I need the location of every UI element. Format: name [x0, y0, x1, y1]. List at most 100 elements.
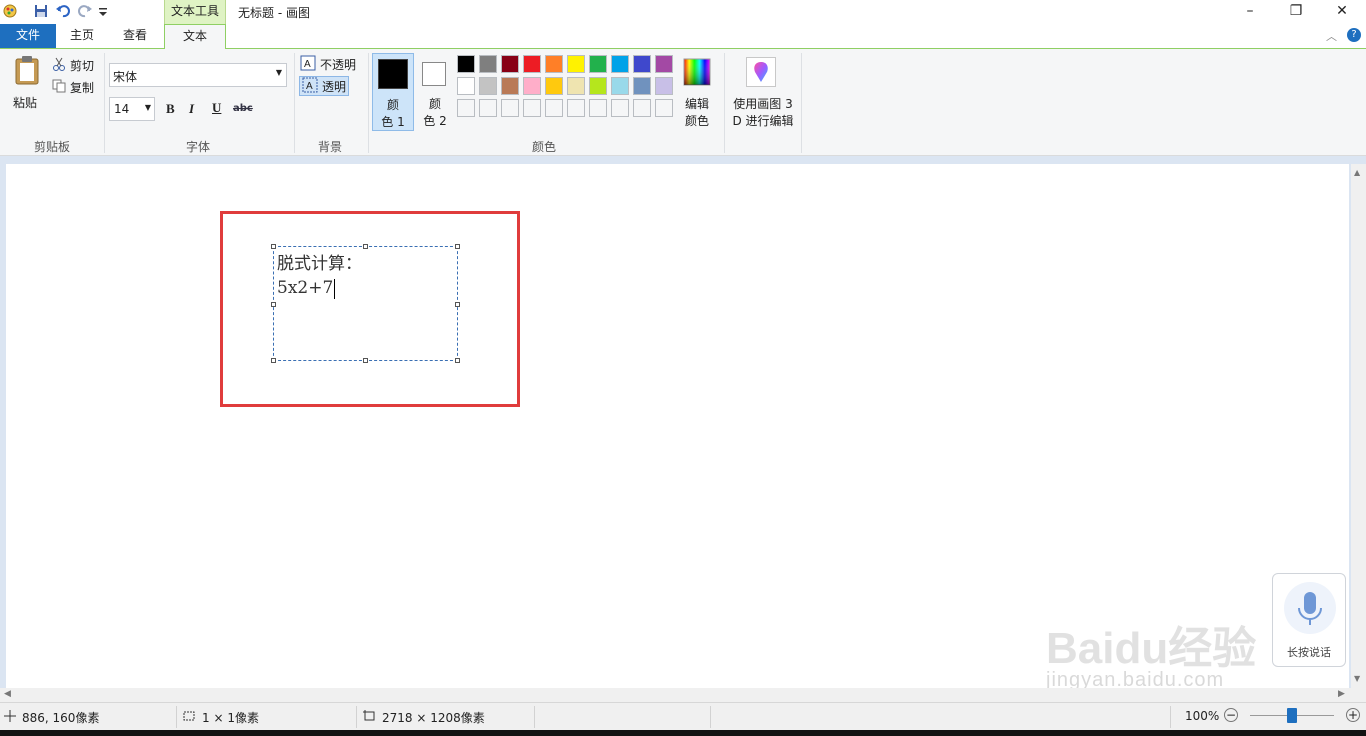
text-box[interactable]: 脱式计算： 5x2+7 [271, 244, 460, 363]
underline-button[interactable]: U [212, 100, 221, 116]
palette-swatch[interactable] [611, 77, 629, 95]
palette-swatch[interactable] [589, 99, 607, 117]
palette-swatch[interactable] [611, 99, 629, 117]
palette-swatch[interactable] [567, 77, 585, 95]
transparent-button[interactable]: A 透明 [299, 76, 349, 96]
cut-button[interactable]: 剪切 [52, 55, 94, 75]
palette-swatch[interactable] [457, 55, 475, 73]
edit-colors-button[interactable]: 编辑 颜色 [680, 53, 714, 131]
scroll-down-icon[interactable]: ▼ [1354, 674, 1360, 683]
restore-button[interactable]: ❐ [1273, 0, 1319, 24]
palette-swatch[interactable] [567, 55, 585, 73]
palette-swatch[interactable] [655, 77, 673, 95]
redo-icon[interactable] [77, 3, 93, 19]
color2-button[interactable]: 颜 色 2 [416, 53, 454, 131]
palette-swatch[interactable] [655, 99, 673, 117]
palette-swatch[interactable] [479, 99, 497, 117]
scroll-right-icon[interactable]: ▶ [1338, 689, 1345, 699]
palette-swatch[interactable] [479, 55, 497, 73]
undo-icon[interactable] [55, 3, 71, 19]
help-icon[interactable]: ? [1347, 28, 1361, 42]
paint-app-icon[interactable] [2, 3, 18, 19]
palette-swatch[interactable] [633, 99, 651, 117]
color1-button[interactable]: 颜 色 1 [372, 53, 414, 131]
zoom-in-button[interactable]: + [1346, 708, 1360, 722]
palette-swatch[interactable] [501, 77, 519, 95]
palette-swatch[interactable] [589, 55, 607, 73]
scroll-left-icon[interactable]: ◀ [4, 689, 11, 699]
resize-handle[interactable] [363, 244, 368, 249]
edit-with-paint3d-button[interactable]: 使用画图 3 D 进行编辑 [728, 53, 798, 133]
color2-label-line2: 色 2 [423, 114, 447, 128]
zoom-slider[interactable] [1250, 708, 1334, 723]
font-group-label: 字体 [185, 140, 210, 154]
edit-colors-label-line1: 编辑 [684, 97, 709, 111]
resize-handle[interactable] [363, 358, 368, 363]
voice-input-widget[interactable]: 长按说话 [1272, 573, 1346, 667]
group-divider [294, 53, 295, 153]
text-line-1: 脱式计算： [277, 254, 362, 274]
crosshair-icon [4, 710, 16, 725]
copy-button[interactable]: 复制 [52, 77, 94, 97]
text-line-2: 5x2+7 [277, 276, 336, 300]
palette-swatch[interactable] [633, 77, 651, 95]
palette-swatch[interactable] [633, 55, 651, 73]
opaque-text-icon: A [300, 55, 316, 74]
svg-text:A: A [304, 59, 311, 70]
palette-swatch[interactable] [523, 55, 541, 73]
palette-swatch[interactable] [479, 77, 497, 95]
tab-home[interactable]: 主页 [56, 24, 108, 48]
close-button[interactable]: ✕ [1319, 0, 1365, 24]
selection-size-value: 1 × 1像素 [202, 711, 259, 725]
paste-button[interactable]: 粘贴 [8, 53, 46, 110]
tab-text[interactable]: 文本 [164, 24, 226, 49]
image-size-value: 2718 × 1208像素 [382, 711, 485, 725]
palette-swatch[interactable] [655, 55, 673, 73]
resize-handle[interactable] [455, 302, 460, 307]
collapse-ribbon-icon[interactable]: ︿ [1326, 28, 1337, 44]
opaque-button[interactable]: A 不透明 [300, 54, 356, 74]
palette-swatch[interactable] [567, 99, 585, 117]
tab-view[interactable]: 查看 [108, 24, 162, 48]
palette-swatch[interactable] [457, 77, 475, 95]
paste-label: 粘贴 [13, 96, 38, 110]
palette-swatch[interactable] [611, 55, 629, 73]
zoom-out-button[interactable]: − [1224, 708, 1238, 722]
status-divider [176, 706, 177, 728]
save-icon[interactable] [33, 3, 49, 19]
palette-swatch[interactable] [523, 99, 541, 117]
strikethrough-button[interactable]: abc [233, 103, 253, 114]
bold-button[interactable]: B [166, 101, 175, 117]
palette-swatch[interactable] [457, 99, 475, 117]
palette-swatch[interactable] [501, 99, 519, 117]
font-size-select[interactable]: 14 ▼ [109, 97, 155, 121]
palette-swatch[interactable] [545, 77, 563, 95]
scroll-up-icon[interactable]: ▲ [1354, 168, 1360, 177]
resize-handle[interactable] [455, 358, 460, 363]
zoom-slider-thumb[interactable] [1287, 708, 1297, 723]
group-divider [724, 53, 725, 153]
palette-swatch[interactable] [501, 55, 519, 73]
font-size-value: 14 [114, 102, 130, 116]
svg-text:A: A [306, 81, 313, 92]
font-family-select[interactable]: 宋体 ▼ [109, 63, 287, 87]
palette-swatch[interactable] [523, 77, 541, 95]
selection-size: 1 × 1像素 [182, 709, 259, 726]
palette-swatch[interactable] [545, 99, 563, 117]
resize-handle[interactable] [271, 244, 276, 249]
zoom-level: 100% [1185, 709, 1220, 723]
tab-file[interactable]: 文件 [0, 24, 56, 48]
palette-swatch[interactable] [545, 55, 563, 73]
microphone-icon [1284, 582, 1336, 634]
minimize-button[interactable]: – [1227, 0, 1273, 24]
resize-handle[interactable] [455, 244, 460, 249]
resize-handle[interactable] [271, 358, 276, 363]
horizontal-scrollbar[interactable]: ◀ ▶ [0, 688, 1366, 702]
chevron-down-icon: ▼ [275, 68, 282, 77]
italic-button[interactable]: I [189, 101, 194, 117]
palette-swatch[interactable] [589, 77, 607, 95]
drawing-canvas[interactable]: 脱式计算： 5x2+7 长按说话 Baidu经验 jingyan.baidu.c… [6, 164, 1349, 691]
customize-quick-access-icon[interactable] [98, 6, 114, 22]
resize-handle[interactable] [271, 302, 276, 307]
vertical-scrollbar[interactable]: ▲ ▼ [1351, 164, 1366, 688]
